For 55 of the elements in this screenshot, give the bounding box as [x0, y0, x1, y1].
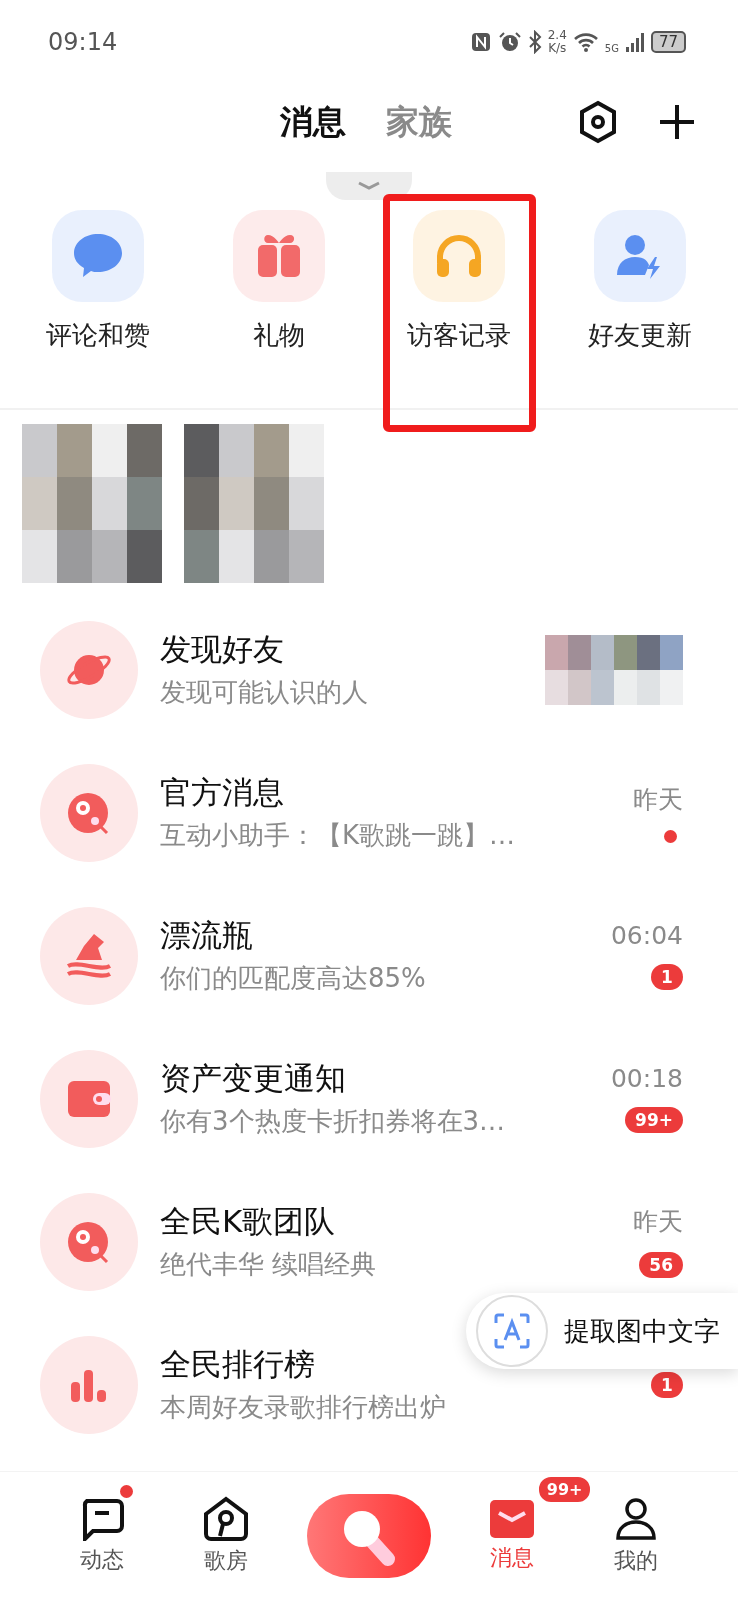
- conversation-preview: 你们的匹配度高达85%: [160, 962, 427, 995]
- speed-value: 2.4: [547, 29, 567, 42]
- text-scan-icon: [476, 1295, 548, 1367]
- conversation-title: 全民排行榜: [160, 1345, 316, 1384]
- quick-action-button[interactable]: [52, 210, 145, 302]
- bottle-icon: [64, 931, 114, 980]
- battery-indicator: 77: [650, 31, 686, 53]
- quick-action-button[interactable]: [593, 210, 686, 302]
- quick-action-label: 好友更新: [587, 319, 692, 352]
- conversation-time: 00:18: [610, 1064, 683, 1093]
- nav-tab[interactable]: 我的: [613, 1496, 658, 1576]
- conversation-preview: 发现可能认识的人: [160, 676, 369, 709]
- wifi-icon: [572, 31, 599, 53]
- bluetooth-icon: [527, 30, 542, 54]
- extract-text-button[interactable]: 提取图中文字: [466, 1293, 738, 1369]
- nav-tab[interactable]: 动态: [79, 1497, 126, 1575]
- unread-count: 56: [639, 1252, 683, 1278]
- status-time: 09:14: [48, 28, 118, 56]
- network-label: 5G: [604, 43, 619, 54]
- signal-icon: [624, 31, 645, 53]
- conversation-preview: 互动小助手：【K歌跳一跳】…: [160, 819, 517, 852]
- conversation-preview: 本周好友录歌排行榜出炉: [160, 1391, 447, 1424]
- conversation-time: 昨天: [633, 783, 683, 816]
- quick-action-button[interactable]: [413, 210, 506, 302]
- nav-tab[interactable]: 歌房: [203, 1496, 250, 1576]
- quick-action-button[interactable]: [232, 210, 325, 302]
- wallet-icon: [67, 1079, 111, 1118]
- conversation-title: 漂流瓶: [160, 916, 254, 955]
- house-icon: [203, 1496, 250, 1542]
- quick-action-label: 访客记录: [407, 319, 512, 352]
- unread-count: 99+: [625, 1107, 683, 1133]
- person-icon: [613, 1496, 658, 1542]
- alarm-icon: [497, 31, 522, 53]
- add-icon[interactable]: [658, 103, 696, 141]
- conversation-time: 昨天: [633, 1206, 683, 1238]
- bar-chart-icon: [69, 1367, 109, 1402]
- conversation-time: 06:04: [610, 921, 683, 950]
- conversation-title: 全民K歌团队: [160, 1202, 337, 1241]
- conversation-preview: 绝代丰华 续唱经典: [160, 1248, 378, 1281]
- header-tab[interactable]: 消息: [280, 99, 346, 145]
- nav-tab[interactable]: 消息: [488, 1499, 535, 1573]
- envelope-icon: [488, 1499, 535, 1539]
- conversation-title: 官方消息: [160, 773, 285, 812]
- unread-count: 99+: [536, 1475, 593, 1504]
- speed-unit: K/s: [548, 42, 567, 55]
- conversation-title: 资产变更通知: [160, 1059, 347, 1098]
- quick-action-label: 礼物: [252, 319, 305, 352]
- unread-count: 1: [651, 1371, 683, 1398]
- conversation-title: 发现好友: [160, 630, 285, 669]
- collapse-handle-icon[interactable]: [326, 172, 412, 200]
- conversation-preview: 你有3个热度卡折扣券将在3…: [160, 1105, 507, 1138]
- settings-icon[interactable]: [578, 100, 618, 144]
- unread-count: 1: [651, 964, 683, 990]
- nfc-icon: [469, 31, 492, 53]
- quick-action-label: 评论和赞: [46, 319, 151, 352]
